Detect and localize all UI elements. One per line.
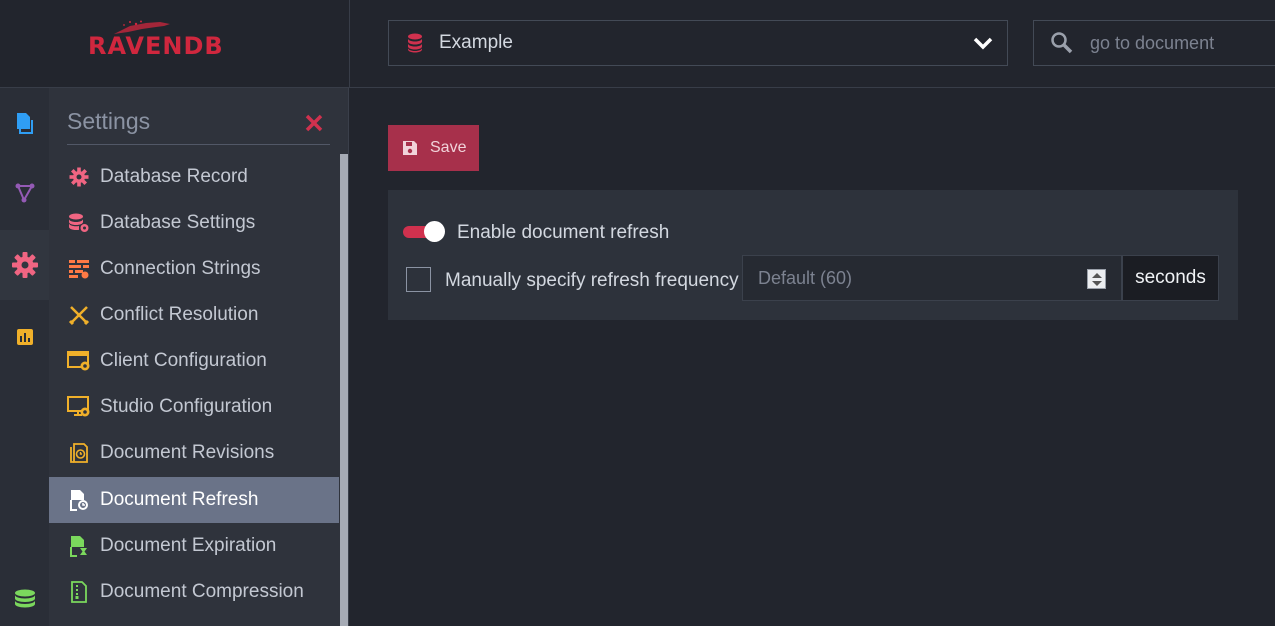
menu-scrollbar[interactable] <box>340 154 348 626</box>
top-bar: RAVENDB Example <box>0 0 1275 88</box>
menu-item-client-configuration[interactable]: Client Configuration <box>49 338 339 384</box>
client-config-icon <box>67 351 90 371</box>
menu-item-label: Document Compression <box>100 581 304 602</box>
search-box[interactable] <box>1033 20 1275 66</box>
rail-item-stats[interactable] <box>0 302 49 372</box>
databases-icon <box>14 589 35 607</box>
logo[interactable]: RAVENDB <box>88 32 224 60</box>
seconds-unit-addon: seconds <box>1122 255 1219 301</box>
refresh-frequency-input[interactable] <box>758 267 1058 289</box>
main-nav-rail <box>0 88 49 626</box>
rail-item-documents[interactable] <box>0 88 49 158</box>
database-settings-icon <box>69 213 89 232</box>
studio-config-icon <box>67 396 90 417</box>
enable-refresh-toggle[interactable] <box>403 221 445 243</box>
connection-strings-icon <box>69 260 89 279</box>
gear-icon <box>69 167 89 187</box>
menu-item-label: Document Revisions <box>100 442 275 463</box>
menu-item-label: Client Configuration <box>100 350 267 371</box>
menu-item-document-refresh[interactable]: Document Refresh <box>49 477 339 523</box>
search-icon <box>1051 32 1073 54</box>
save-button-label: Save <box>430 139 467 156</box>
revisions-icon <box>70 443 88 463</box>
rail-item-indexes[interactable] <box>0 158 49 228</box>
refresh-frequency-field[interactable] <box>742 255 1122 301</box>
stats-icon <box>16 329 33 345</box>
menu-item-label: Connection Strings <box>100 258 261 279</box>
menu-item-label: Document Refresh <box>100 489 259 510</box>
menu-item-database-settings[interactable]: Database Settings <box>49 200 339 246</box>
number-spinner[interactable] <box>1087 269 1106 289</box>
database-selector[interactable]: Example <box>388 20 1008 66</box>
save-button[interactable]: Save <box>388 125 479 171</box>
conflict-icon <box>68 306 90 326</box>
search-input[interactable] <box>1090 32 1270 54</box>
manual-frequency-checkbox[interactable] <box>406 267 431 292</box>
settings-gear-icon <box>11 252 38 278</box>
document-refresh-panel: Enable document refresh Manually specify… <box>388 190 1238 320</box>
menu-item-studio-configuration[interactable]: Studio Configuration <box>49 384 339 430</box>
menu-item-document-revisions[interactable]: Document Revisions <box>49 430 339 476</box>
documents-icon <box>16 113 33 134</box>
save-icon <box>403 141 417 155</box>
rail-item-settings[interactable] <box>0 230 49 300</box>
menu-item-label: Database Settings <box>100 212 256 233</box>
expiration-icon <box>70 536 87 557</box>
manual-frequency-label: Manually specify refresh frequency <box>445 270 739 291</box>
enable-refresh-label: Enable document refresh <box>457 222 670 243</box>
menu-item-conflict-resolution[interactable]: Conflict Resolution <box>49 292 339 338</box>
rail-item-databases[interactable] <box>0 573 49 626</box>
chevron-down-icon <box>973 37 993 50</box>
menu-item-label: Conflict Resolution <box>100 304 259 325</box>
menu-item-label: Document Expiration <box>100 535 277 556</box>
spinner-up-icon[interactable] <box>1092 273 1102 278</box>
menu-item-connection-strings[interactable]: Connection Strings <box>49 246 339 292</box>
menu-item-label: Database Record <box>100 166 248 187</box>
close-icon[interactable] <box>305 114 323 132</box>
settings-menu: Settings Database Record Database Settin… <box>49 88 349 626</box>
compression-icon <box>71 581 87 603</box>
toggle-knob <box>424 221 445 242</box>
indexes-icon <box>15 183 34 203</box>
menu-item-database-record[interactable]: Database Record <box>49 154 339 200</box>
menu-item-document-expiration[interactable]: Document Expiration <box>49 523 339 569</box>
database-icon <box>408 33 422 53</box>
refresh-icon <box>70 490 88 511</box>
settings-menu-title: Settings <box>67 108 330 145</box>
menu-item-label: Studio Configuration <box>100 396 273 417</box>
logo-area: RAVENDB <box>0 0 350 88</box>
menu-item-document-compression[interactable]: Document Compression <box>49 569 339 615</box>
spinner-down-icon[interactable] <box>1092 281 1102 286</box>
database-selector-label: Example <box>439 32 513 53</box>
